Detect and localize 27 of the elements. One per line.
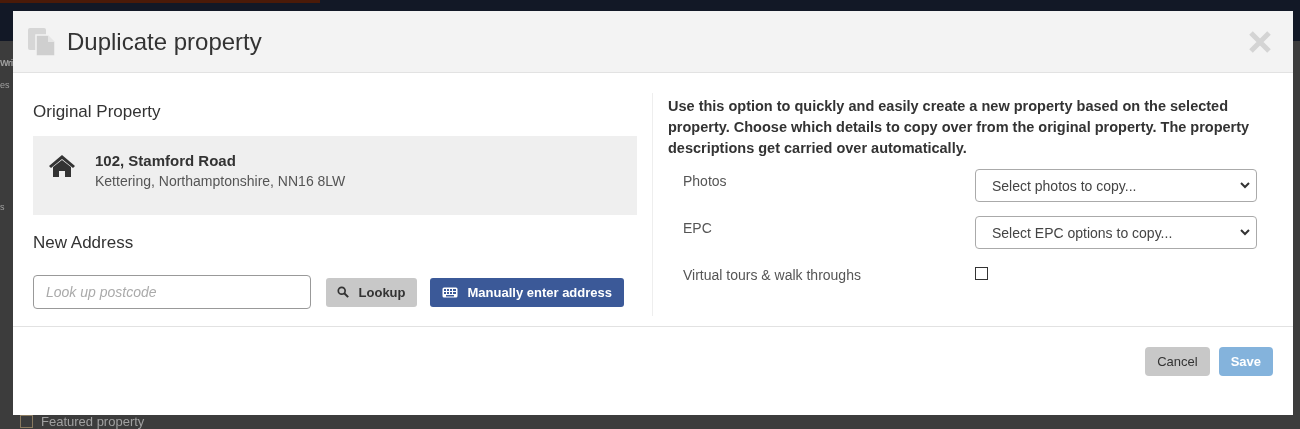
keyboard-icon bbox=[441, 286, 458, 298]
manual-address-button[interactable]: Manually enter address bbox=[429, 277, 624, 307]
option-label: Photos bbox=[683, 172, 728, 191]
section-heading: Original Property bbox=[33, 102, 162, 122]
section-heading: New Address bbox=[33, 233, 135, 253]
address-line: Kettering, Northamptonshire, NN16 8LW bbox=[95, 173, 346, 189]
page-subheading: es bbox=[0, 80, 11, 90]
postcode-field[interactable]: Look up postcode bbox=[33, 275, 311, 309]
description-text: Use this option to quickly and easily create a new property based on the selected property. Choose which details to copy over from the original property. The property descriptions get carried over automatically. bbox=[668, 97, 1251, 158]
search-icon bbox=[336, 286, 349, 298]
option-label: Virtual tours & walk throughs bbox=[683, 266, 862, 284]
page-text: s bbox=[0, 202, 6, 212]
checkbox[interactable] bbox=[975, 267, 988, 280]
house-icon bbox=[48, 154, 76, 178]
address-line: 102, Stamford Road bbox=[95, 152, 237, 169]
checkbox-label: Featured property bbox=[41, 414, 145, 429]
copy-icon bbox=[27, 26, 57, 57]
featured-checkbox[interactable] bbox=[20, 415, 33, 428]
lookup-button[interactable]: Lookup bbox=[325, 277, 417, 307]
dialog-title: Duplicate property bbox=[67, 27, 263, 56]
page-heading: Wri bbox=[0, 58, 13, 68]
select-dropdown[interactable]: Select EPC options to copy... bbox=[975, 216, 1257, 249]
cancel-button[interactable]: Cancel bbox=[1145, 346, 1210, 376]
option-label: EPC bbox=[683, 219, 713, 238]
chevron-down-icon bbox=[1240, 182, 1250, 189]
chevron-down-icon bbox=[1240, 229, 1250, 236]
select-dropdown[interactable]: Select photos to copy... bbox=[975, 169, 1257, 202]
